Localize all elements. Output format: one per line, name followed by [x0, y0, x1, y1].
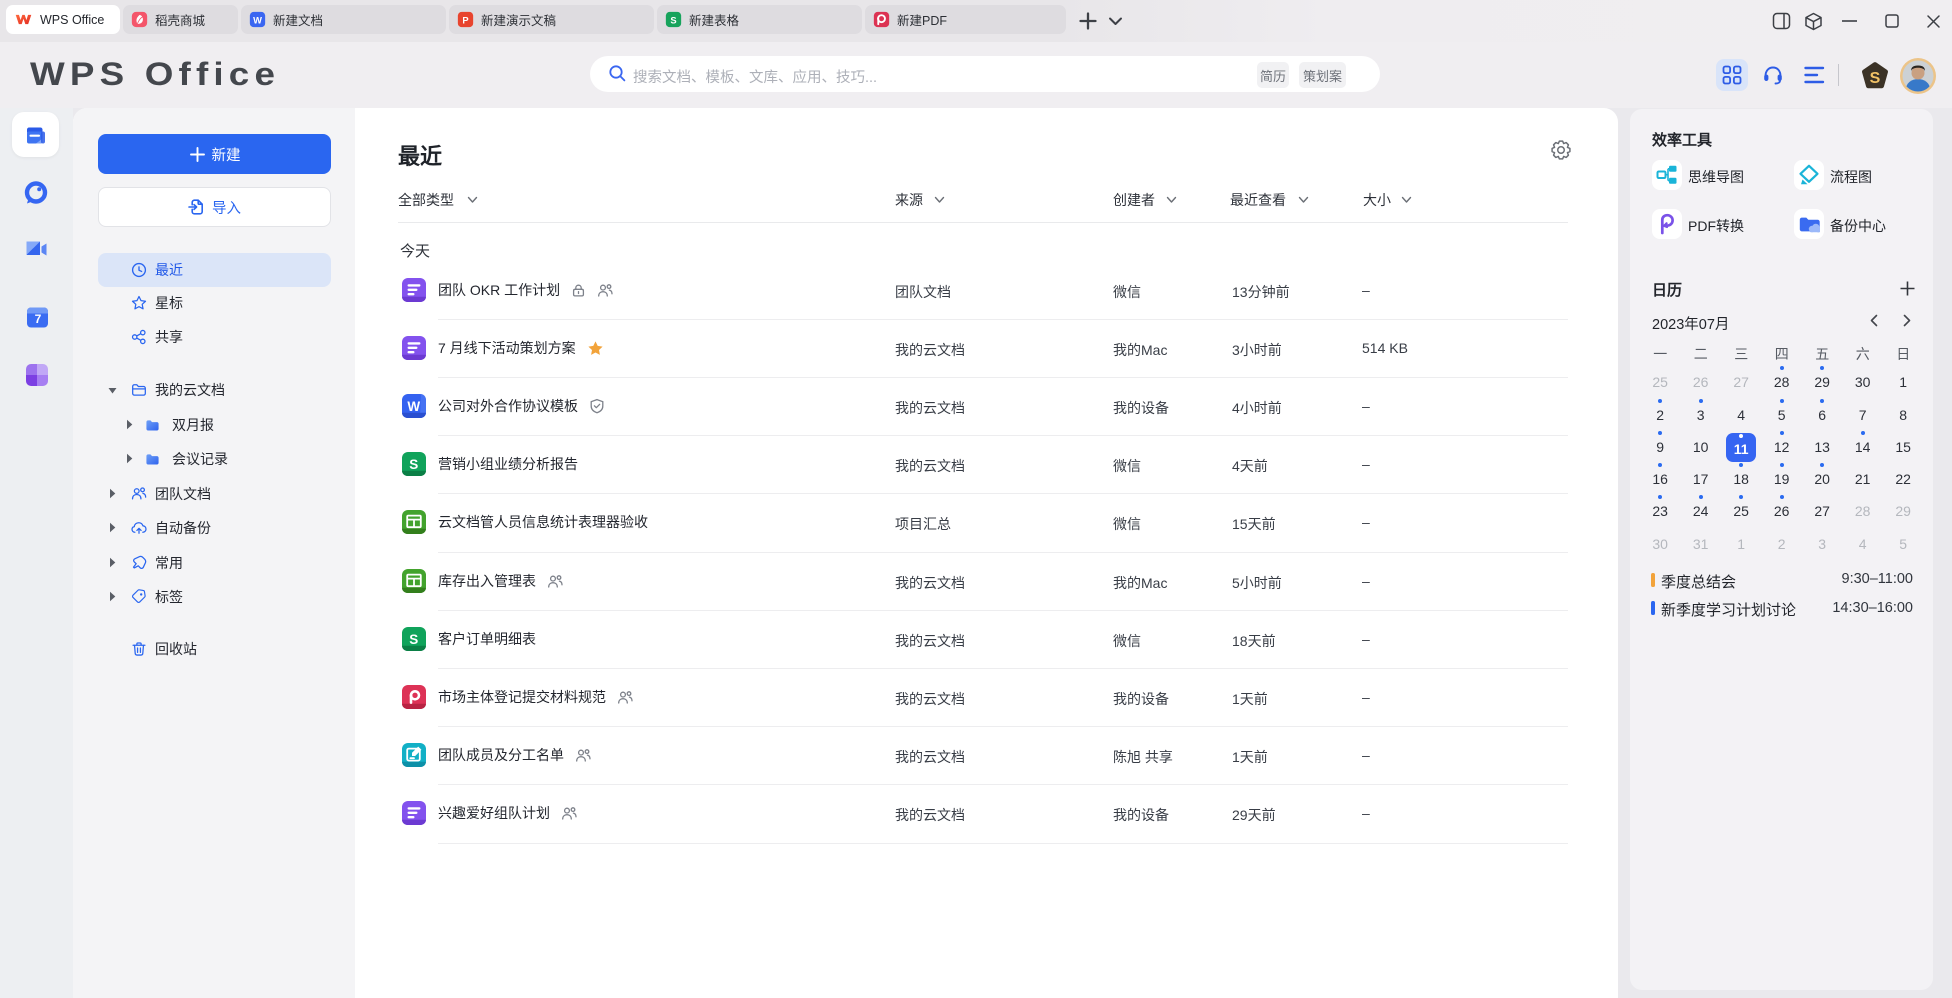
svg-text:S: S: [1870, 70, 1881, 87]
svg-text:S: S: [409, 457, 418, 472]
svg-text:W: W: [253, 15, 262, 25]
svg-text:7: 7: [35, 312, 42, 326]
svg-text:P: P: [462, 15, 468, 25]
svg-text:S: S: [670, 15, 676, 25]
svg-text:W: W: [407, 399, 420, 414]
svg-text:S: S: [409, 632, 418, 647]
